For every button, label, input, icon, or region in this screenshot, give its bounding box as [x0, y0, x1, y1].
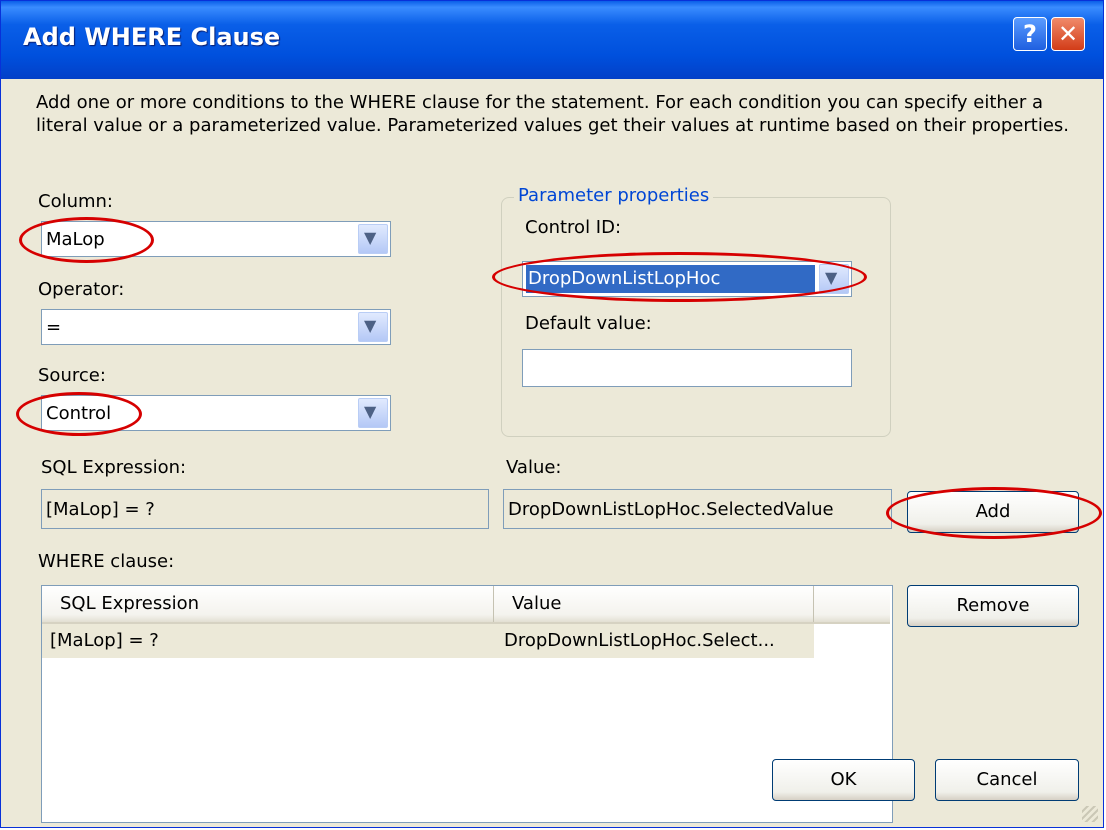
close-button[interactable]: ✕: [1051, 17, 1085, 51]
chevron-down-icon: ▼: [825, 268, 838, 287]
control-id-label: Control ID:: [525, 217, 622, 238]
add-button[interactable]: Add: [907, 491, 1079, 533]
control-id-combobox[interactable]: DropDownListLopHoc ▼: [522, 261, 852, 297]
help-button[interactable]: ?: [1013, 17, 1047, 51]
value-text: DropDownListLopHoc.SelectedValue: [508, 499, 834, 520]
chevron-down-icon: ▼: [364, 402, 377, 421]
column-value: MaLop: [46, 229, 105, 250]
row-value: DropDownListLopHoc.Select...: [504, 630, 775, 651]
resize-grip-icon[interactable]: [1082, 806, 1098, 822]
column-header-value[interactable]: Value: [494, 586, 814, 622]
column-label: Column:: [38, 191, 113, 212]
remove-button[interactable]: Remove: [907, 585, 1079, 627]
row-expression: [MaLop] = ?: [50, 630, 159, 651]
sql-expression-label: SQL Expression:: [41, 457, 187, 478]
column-combobox[interactable]: MaLop ▼: [41, 221, 391, 257]
source-label: Source:: [38, 365, 106, 386]
chevron-down-icon: ▼: [364, 228, 377, 247]
ok-button[interactable]: OK: [772, 759, 915, 801]
control-id-dropdown-button[interactable]: ▼: [819, 264, 849, 294]
default-value-input[interactable]: [522, 349, 852, 387]
parameter-properties-title: Parameter properties: [514, 185, 714, 206]
dialog-body: Add one or more conditions to the WHERE …: [4, 79, 1102, 824]
window-title: Add WHERE Clause: [23, 23, 281, 51]
list-header: SQL Expression Value: [42, 586, 890, 624]
column-dropdown-button[interactable]: ▼: [358, 224, 388, 254]
where-clause-label: WHERE clause:: [38, 551, 175, 572]
control-id-value: DropDownListLopHoc: [526, 265, 815, 293]
operator-value: =: [46, 317, 62, 338]
chevron-down-icon: ▼: [364, 316, 377, 335]
column-header-sql-expression[interactable]: SQL Expression: [42, 586, 494, 622]
sql-expression-field: [MaLop] = ?: [41, 489, 489, 529]
dialog-window: Add WHERE Clause ? ✕ Add one or more con…: [0, 0, 1104, 828]
default-value-label: Default value:: [525, 313, 652, 334]
value-field: DropDownListLopHoc.SelectedValue: [503, 489, 892, 529]
table-row[interactable]: [MaLop] = ? DropDownListLopHoc.Select...: [42, 624, 814, 658]
operator-dropdown-button[interactable]: ▼: [358, 312, 388, 342]
sql-expression-value: [MaLop] = ?: [46, 499, 155, 520]
operator-label: Operator:: [38, 279, 125, 300]
source-combobox[interactable]: Control ▼: [41, 395, 391, 431]
description-text: Add one or more conditions to the WHERE …: [36, 92, 1070, 136]
title-bar[interactable]: Add WHERE Clause ? ✕: [1, 1, 1103, 79]
source-value: Control: [46, 403, 112, 424]
cancel-button[interactable]: Cancel: [935, 759, 1079, 801]
value-label: Value:: [506, 457, 562, 478]
operator-combobox[interactable]: = ▼: [41, 309, 391, 345]
source-dropdown-button[interactable]: ▼: [358, 398, 388, 428]
where-clause-list[interactable]: SQL Expression Value [MaLop] = ? DropDow…: [41, 585, 893, 823]
